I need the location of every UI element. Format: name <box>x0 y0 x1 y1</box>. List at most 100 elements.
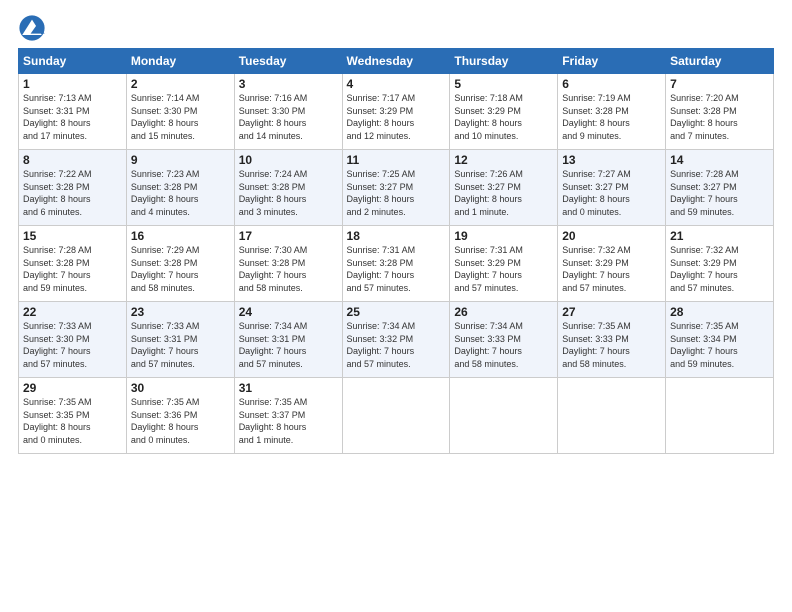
day-number: 7 <box>670 77 769 91</box>
calendar-cell: 22Sunrise: 7:33 AM Sunset: 3:30 PM Dayli… <box>19 302 127 378</box>
day-number: 13 <box>562 153 661 167</box>
day-info: Sunrise: 7:16 AM Sunset: 3:30 PM Dayligh… <box>239 92 338 142</box>
day-number: 8 <box>23 153 122 167</box>
week-row-3: 15Sunrise: 7:28 AM Sunset: 3:28 PM Dayli… <box>19 226 774 302</box>
day-number: 19 <box>454 229 553 243</box>
day-info: Sunrise: 7:33 AM Sunset: 3:31 PM Dayligh… <box>131 320 230 370</box>
day-info: Sunrise: 7:30 AM Sunset: 3:28 PM Dayligh… <box>239 244 338 294</box>
day-info: Sunrise: 7:13 AM Sunset: 3:31 PM Dayligh… <box>23 92 122 142</box>
day-number: 2 <box>131 77 230 91</box>
day-number: 27 <box>562 305 661 319</box>
day-info: Sunrise: 7:19 AM Sunset: 3:28 PM Dayligh… <box>562 92 661 142</box>
day-info: Sunrise: 7:35 AM Sunset: 3:33 PM Dayligh… <box>562 320 661 370</box>
col-header-wednesday: Wednesday <box>342 49 450 74</box>
calendar-cell: 10Sunrise: 7:24 AM Sunset: 3:28 PM Dayli… <box>234 150 342 226</box>
calendar-header-row: SundayMondayTuesdayWednesdayThursdayFrid… <box>19 49 774 74</box>
calendar-cell: 23Sunrise: 7:33 AM Sunset: 3:31 PM Dayli… <box>126 302 234 378</box>
day-info: Sunrise: 7:20 AM Sunset: 3:28 PM Dayligh… <box>670 92 769 142</box>
day-number: 20 <box>562 229 661 243</box>
day-number: 10 <box>239 153 338 167</box>
day-info: Sunrise: 7:27 AM Sunset: 3:27 PM Dayligh… <box>562 168 661 218</box>
day-info: Sunrise: 7:32 AM Sunset: 3:29 PM Dayligh… <box>670 244 769 294</box>
col-header-saturday: Saturday <box>666 49 774 74</box>
calendar-cell: 13Sunrise: 7:27 AM Sunset: 3:27 PM Dayli… <box>558 150 666 226</box>
calendar-cell: 2Sunrise: 7:14 AM Sunset: 3:30 PM Daylig… <box>126 74 234 150</box>
day-info: Sunrise: 7:34 AM Sunset: 3:33 PM Dayligh… <box>454 320 553 370</box>
day-number: 11 <box>347 153 446 167</box>
calendar-cell: 9Sunrise: 7:23 AM Sunset: 3:28 PM Daylig… <box>126 150 234 226</box>
day-info: Sunrise: 7:35 AM Sunset: 3:37 PM Dayligh… <box>239 396 338 446</box>
day-number: 15 <box>23 229 122 243</box>
col-header-thursday: Thursday <box>450 49 558 74</box>
day-info: Sunrise: 7:32 AM Sunset: 3:29 PM Dayligh… <box>562 244 661 294</box>
col-header-sunday: Sunday <box>19 49 127 74</box>
day-number: 26 <box>454 305 553 319</box>
day-number: 3 <box>239 77 338 91</box>
calendar-cell: 26Sunrise: 7:34 AM Sunset: 3:33 PM Dayli… <box>450 302 558 378</box>
logo-icon <box>18 14 46 42</box>
calendar-cell: 1Sunrise: 7:13 AM Sunset: 3:31 PM Daylig… <box>19 74 127 150</box>
calendar-cell: 28Sunrise: 7:35 AM Sunset: 3:34 PM Dayli… <box>666 302 774 378</box>
week-row-1: 1Sunrise: 7:13 AM Sunset: 3:31 PM Daylig… <box>19 74 774 150</box>
day-info: Sunrise: 7:35 AM Sunset: 3:34 PM Dayligh… <box>670 320 769 370</box>
day-number: 18 <box>347 229 446 243</box>
week-row-4: 22Sunrise: 7:33 AM Sunset: 3:30 PM Dayli… <box>19 302 774 378</box>
day-number: 24 <box>239 305 338 319</box>
header <box>18 10 774 42</box>
calendar-cell: 30Sunrise: 7:35 AM Sunset: 3:36 PM Dayli… <box>126 378 234 454</box>
calendar-cell: 5Sunrise: 7:18 AM Sunset: 3:29 PM Daylig… <box>450 74 558 150</box>
calendar-cell: 16Sunrise: 7:29 AM Sunset: 3:28 PM Dayli… <box>126 226 234 302</box>
day-info: Sunrise: 7:33 AM Sunset: 3:30 PM Dayligh… <box>23 320 122 370</box>
day-number: 31 <box>239 381 338 395</box>
day-number: 1 <box>23 77 122 91</box>
day-info: Sunrise: 7:28 AM Sunset: 3:27 PM Dayligh… <box>670 168 769 218</box>
calendar-cell: 4Sunrise: 7:17 AM Sunset: 3:29 PM Daylig… <box>342 74 450 150</box>
day-info: Sunrise: 7:31 AM Sunset: 3:29 PM Dayligh… <box>454 244 553 294</box>
page: SundayMondayTuesdayWednesdayThursdayFrid… <box>0 0 792 464</box>
calendar-cell: 27Sunrise: 7:35 AM Sunset: 3:33 PM Dayli… <box>558 302 666 378</box>
day-info: Sunrise: 7:29 AM Sunset: 3:28 PM Dayligh… <box>131 244 230 294</box>
day-info: Sunrise: 7:28 AM Sunset: 3:28 PM Dayligh… <box>23 244 122 294</box>
day-number: 12 <box>454 153 553 167</box>
day-info: Sunrise: 7:35 AM Sunset: 3:35 PM Dayligh… <box>23 396 122 446</box>
calendar-cell: 18Sunrise: 7:31 AM Sunset: 3:28 PM Dayli… <box>342 226 450 302</box>
calendar-cell: 15Sunrise: 7:28 AM Sunset: 3:28 PM Dayli… <box>19 226 127 302</box>
col-header-friday: Friday <box>558 49 666 74</box>
day-info: Sunrise: 7:34 AM Sunset: 3:31 PM Dayligh… <box>239 320 338 370</box>
calendar-cell: 20Sunrise: 7:32 AM Sunset: 3:29 PM Dayli… <box>558 226 666 302</box>
calendar-cell: 8Sunrise: 7:22 AM Sunset: 3:28 PM Daylig… <box>19 150 127 226</box>
calendar-cell: 7Sunrise: 7:20 AM Sunset: 3:28 PM Daylig… <box>666 74 774 150</box>
day-number: 21 <box>670 229 769 243</box>
day-number: 22 <box>23 305 122 319</box>
day-info: Sunrise: 7:31 AM Sunset: 3:28 PM Dayligh… <box>347 244 446 294</box>
calendar-cell <box>558 378 666 454</box>
calendar-cell: 6Sunrise: 7:19 AM Sunset: 3:28 PM Daylig… <box>558 74 666 150</box>
calendar-cell: 11Sunrise: 7:25 AM Sunset: 3:27 PM Dayli… <box>342 150 450 226</box>
day-number: 5 <box>454 77 553 91</box>
calendar-cell <box>342 378 450 454</box>
calendar-cell: 29Sunrise: 7:35 AM Sunset: 3:35 PM Dayli… <box>19 378 127 454</box>
calendar-cell: 25Sunrise: 7:34 AM Sunset: 3:32 PM Dayli… <box>342 302 450 378</box>
day-info: Sunrise: 7:25 AM Sunset: 3:27 PM Dayligh… <box>347 168 446 218</box>
calendar-cell: 21Sunrise: 7:32 AM Sunset: 3:29 PM Dayli… <box>666 226 774 302</box>
day-number: 29 <box>23 381 122 395</box>
calendar-table: SundayMondayTuesdayWednesdayThursdayFrid… <box>18 48 774 454</box>
day-number: 25 <box>347 305 446 319</box>
col-header-tuesday: Tuesday <box>234 49 342 74</box>
day-info: Sunrise: 7:26 AM Sunset: 3:27 PM Dayligh… <box>454 168 553 218</box>
day-info: Sunrise: 7:24 AM Sunset: 3:28 PM Dayligh… <box>239 168 338 218</box>
day-number: 30 <box>131 381 230 395</box>
day-info: Sunrise: 7:17 AM Sunset: 3:29 PM Dayligh… <box>347 92 446 142</box>
calendar-cell: 19Sunrise: 7:31 AM Sunset: 3:29 PM Dayli… <box>450 226 558 302</box>
logo <box>18 14 50 42</box>
day-info: Sunrise: 7:23 AM Sunset: 3:28 PM Dayligh… <box>131 168 230 218</box>
col-header-monday: Monday <box>126 49 234 74</box>
calendar-cell: 12Sunrise: 7:26 AM Sunset: 3:27 PM Dayli… <box>450 150 558 226</box>
week-row-2: 8Sunrise: 7:22 AM Sunset: 3:28 PM Daylig… <box>19 150 774 226</box>
day-number: 4 <box>347 77 446 91</box>
day-info: Sunrise: 7:35 AM Sunset: 3:36 PM Dayligh… <box>131 396 230 446</box>
calendar-cell: 31Sunrise: 7:35 AM Sunset: 3:37 PM Dayli… <box>234 378 342 454</box>
day-number: 28 <box>670 305 769 319</box>
calendar-cell: 17Sunrise: 7:30 AM Sunset: 3:28 PM Dayli… <box>234 226 342 302</box>
calendar-cell: 3Sunrise: 7:16 AM Sunset: 3:30 PM Daylig… <box>234 74 342 150</box>
